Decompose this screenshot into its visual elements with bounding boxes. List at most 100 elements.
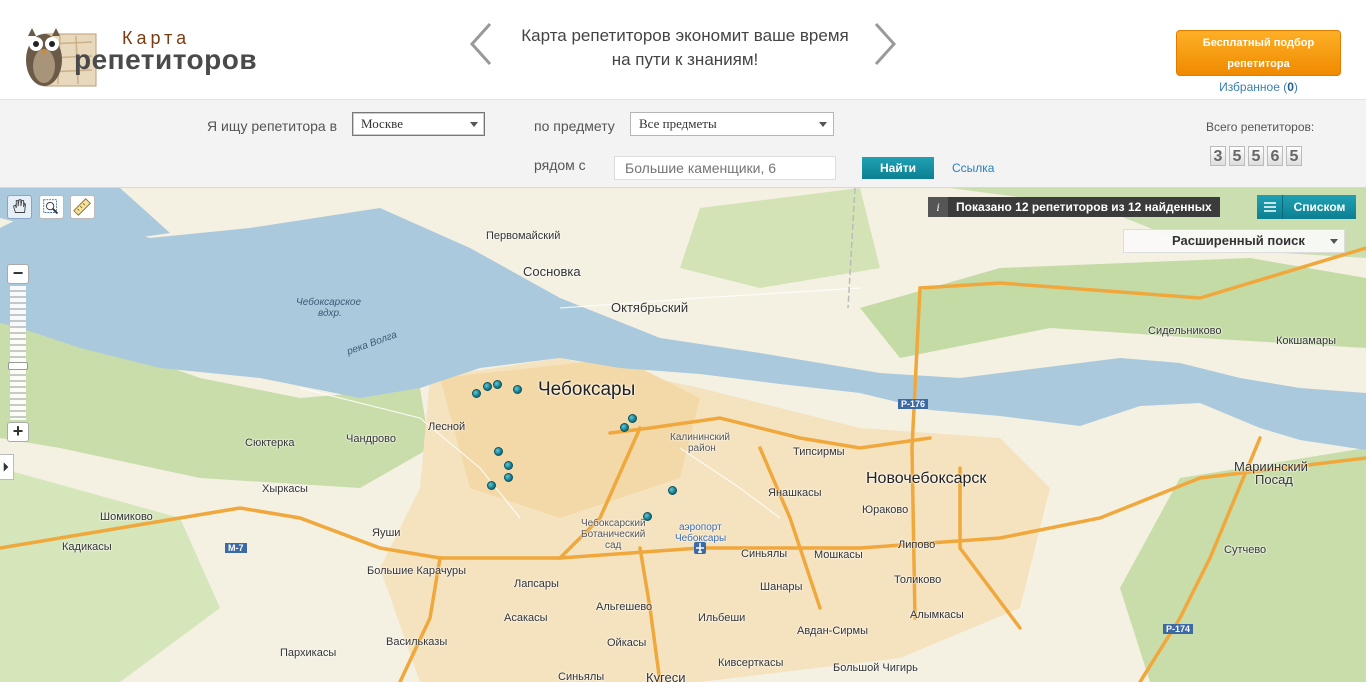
place-label: Липово [898,539,936,551]
place-label: Большие Карачуры [367,565,467,577]
place-label: Кугеси [646,670,686,682]
tutor-marker[interactable] [643,512,652,521]
zoom-out-button[interactable]: − [7,264,29,284]
place-label: Авдан-Сирмы [797,625,869,637]
water-label: Чебоксарское [296,297,362,308]
counter-digit: 5 [1248,146,1264,166]
list-icon [1257,195,1283,219]
hand-pan-icon[interactable] [7,195,32,219]
subject-label: по предмету [534,118,615,134]
total-tutors-counter: 3 5 5 6 5 [1210,146,1302,166]
city-select[interactable]: Москве [352,112,485,136]
place-label: Новочебоксарск [866,470,987,487]
chevron-down-icon [470,122,478,127]
share-link[interactable]: Ссылка [952,161,994,175]
place-label: Лапсары [514,578,559,590]
district-label: Ботанический [581,529,646,540]
results-count-text: Показано 12 репетиторов из 12 найденных [956,200,1212,214]
ruler-icon[interactable] [70,195,95,219]
place-label: Шомиково [100,511,153,523]
promo-line-2: репетитора [1227,58,1290,70]
tutor-marker[interactable] [472,389,481,398]
tutor-marker[interactable] [628,414,637,423]
place-label: Чандрово [346,433,397,445]
zoom-area-icon[interactable] [39,195,64,219]
zoom-slider-handle[interactable] [8,362,28,370]
place-label: Юраково [862,504,909,516]
place-label: Синьялы [558,671,605,682]
place-label: Сюктерка [245,437,295,449]
list-view-label: Списком [1293,200,1346,214]
chevron-right-icon[interactable] [870,20,900,68]
road-label: Р-176 [898,399,929,409]
favorites-count: 0 [1287,80,1294,94]
advanced-search-toggle[interactable]: Расширенный поиск [1123,229,1345,253]
place-label: Чебоксары [538,379,636,400]
tutor-marker[interactable] [513,385,522,394]
water-label: вдхр. [318,308,342,319]
place-label: Хыркасы [262,483,308,495]
info-icon: i [928,197,948,217]
tutor-marker[interactable] [487,481,496,490]
counter-digit: 6 [1267,146,1283,166]
place-label: Яуши [372,527,401,539]
airport-icon [694,542,706,554]
district-label: Чебоксарский [581,518,646,529]
slogan-line-2: на пути к знаниям! [611,50,759,69]
place-label: Лесной [428,421,466,433]
chevron-left-icon[interactable] [466,20,496,68]
district-label: сад [605,540,622,551]
zoom-scale[interactable] [10,286,26,420]
favorites-link[interactable]: Избранное (0) [1176,80,1341,94]
chevron-down-icon [819,122,827,127]
place-label: Большой Чигирь [833,662,918,674]
results-count-bar: i Показано 12 репетиторов из 12 найденны… [928,197,1220,217]
place-label: Сутчево [1224,544,1267,556]
place-label: Посад [1255,472,1293,487]
district-label: район [688,443,716,454]
advanced-search-label: Расширенный поиск [1172,233,1305,248]
place-label: Васильказы [386,636,448,648]
list-view-button[interactable]: Списком [1257,195,1356,219]
tutor-marker[interactable] [620,423,629,432]
near-label: рядом с [534,157,586,173]
logo[interactable]: Карта репетиторов [22,14,272,94]
tutor-marker[interactable] [504,461,513,470]
tutor-marker[interactable] [494,447,503,456]
tutor-marker[interactable] [493,380,502,389]
place-label: Октябрьский [611,300,689,315]
chevron-right-icon[interactable] [0,454,14,480]
counter-digit: 3 [1210,146,1226,166]
total-tutors-label: Всего репетиторов: [1206,120,1315,134]
map-canvas[interactable]: − + i Показано 12 репетиторов из 12 найд… [0,188,1366,682]
free-tutor-selection-button[interactable]: Бесплатный подбор репетитора [1176,30,1341,76]
counter-digit: 5 [1229,146,1245,166]
place-label: Асакасы [504,612,548,624]
site-header: Карта репетиторов Карта репетиторов экон… [0,0,1366,100]
place-label: Кивсерткасы [718,657,784,669]
place-label: Сосновка [523,264,581,279]
place-label: Янашкасы [768,487,822,499]
address-input[interactable] [614,156,836,180]
tutor-marker[interactable] [504,473,513,482]
subject-select[interactable]: Все предметы [630,112,834,136]
place-label: Шанары [760,581,803,593]
road-label: М-7 [225,543,247,553]
counter-digit: 5 [1286,146,1302,166]
favorites-paren-close: ) [1293,80,1298,94]
place-label: Алымкасы [910,609,964,621]
zoom-control: − + [7,264,29,442]
find-button[interactable]: Найти [862,157,934,179]
place-label: Синьялы [741,548,788,560]
zoom-in-button[interactable]: + [7,422,29,442]
place-label: Ильбеши [698,612,746,624]
place-label: Сидельниково [1148,325,1222,337]
favorites-label: Избранное [1219,80,1280,94]
place-label: Кадикасы [62,541,112,553]
place-label: Пархикасы [280,647,337,659]
place-label: Кокшамары [1276,335,1336,347]
subject-select-value: Все предметы [639,116,717,131]
slogan-line-1: Карта репетиторов экономит ваше время [521,26,849,45]
tutor-marker[interactable] [668,486,677,495]
tutor-marker[interactable] [483,382,492,391]
